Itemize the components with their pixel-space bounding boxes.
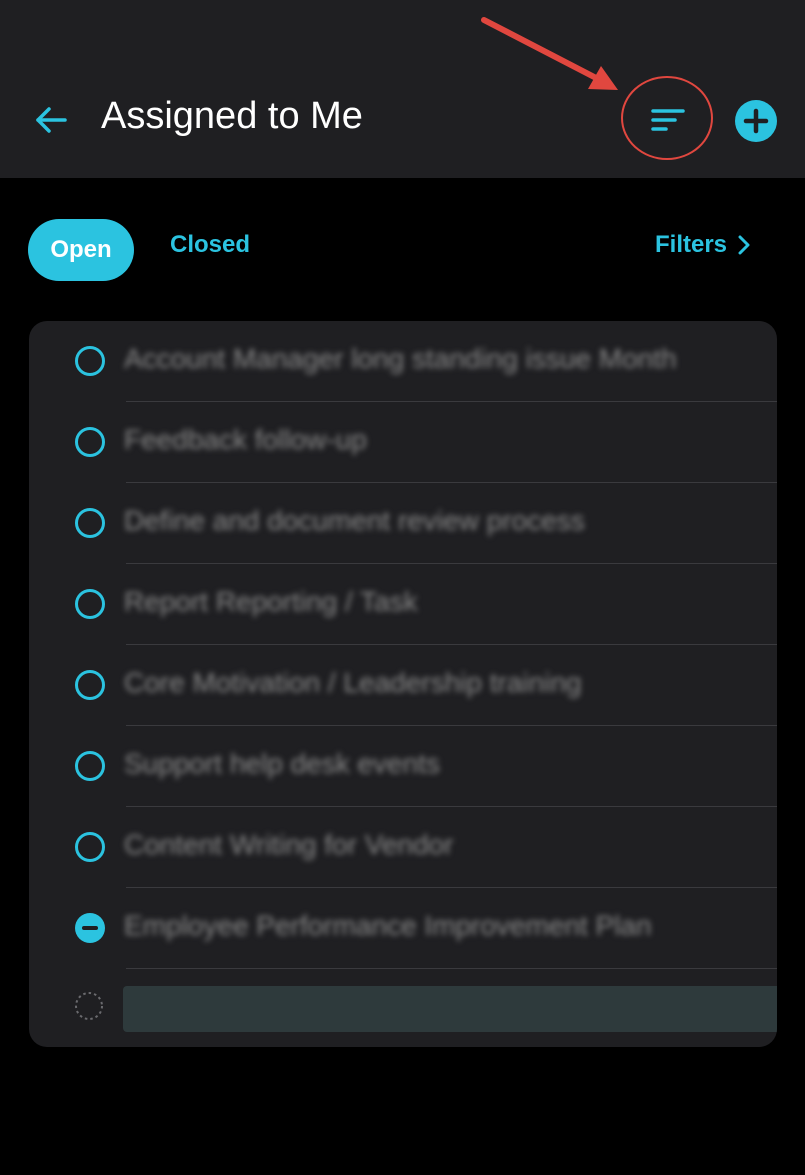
annotation-arrow-icon <box>481 17 618 90</box>
task-row[interactable]: Report Reporting / Task <box>29 564 777 645</box>
task-row[interactable]: Support help desk events <box>29 726 777 807</box>
filters-label: Filters <box>655 231 728 258</box>
task-row[interactable]: Define and document review process <box>29 483 777 564</box>
page-title: Assigned to Me <box>101 95 363 137</box>
add-task-button[interactable] <box>734 99 778 143</box>
task-title: Support help desk events <box>124 748 440 779</box>
new-task-row <box>29 969 777 1047</box>
task-title: Define and document review process <box>124 505 585 536</box>
arrow-left-icon <box>36 107 67 133</box>
task-title: Feedback follow-up <box>124 424 367 455</box>
task-title: Employee Performance Improvement Plan <box>124 910 652 941</box>
open-status-circle-icon[interactable] <box>74 426 106 458</box>
tab-open[interactable]: Open <box>28 219 134 281</box>
task-row[interactable]: Content Writing for Vendor <box>29 807 777 888</box>
task-row[interactable]: Account Manager long standing issue Mont… <box>29 321 777 402</box>
open-status-circle-icon[interactable] <box>74 750 106 782</box>
task-title: Core Motivation / Leadership training <box>124 667 582 698</box>
open-status-circle-icon[interactable] <box>74 669 106 701</box>
annotation-highlight-circle <box>621 76 713 160</box>
tab-closed[interactable]: Closed <box>170 231 250 259</box>
chevron-right-icon <box>738 235 750 255</box>
task-row[interactable]: Feedback follow-up <box>29 402 777 483</box>
task-title: Report Reporting / Task <box>124 586 418 617</box>
row-divider <box>126 968 777 969</box>
open-status-circle-icon[interactable] <box>74 345 106 377</box>
back-button[interactable] <box>30 100 70 140</box>
dashed-circle-icon <box>75 992 103 1020</box>
task-title: Content Writing for Vendor <box>124 829 454 860</box>
task-row[interactable]: Employee Performance Improvement Plan <box>29 888 777 969</box>
filters-button[interactable]: Filters <box>655 231 751 259</box>
open-status-circle-icon[interactable] <box>74 831 106 863</box>
in-progress-status-icon[interactable] <box>74 912 106 944</box>
open-status-circle-icon[interactable] <box>74 588 106 620</box>
task-list: Account Manager long standing issue Mont… <box>29 321 777 1047</box>
task-row[interactable]: Core Motivation / Leadership training <box>29 645 777 726</box>
plus-circle-icon <box>735 100 777 142</box>
task-title: Account Manager long standing issue Mont… <box>124 343 677 374</box>
new-task-input[interactable] <box>123 986 777 1032</box>
open-status-circle-icon[interactable] <box>74 507 106 539</box>
